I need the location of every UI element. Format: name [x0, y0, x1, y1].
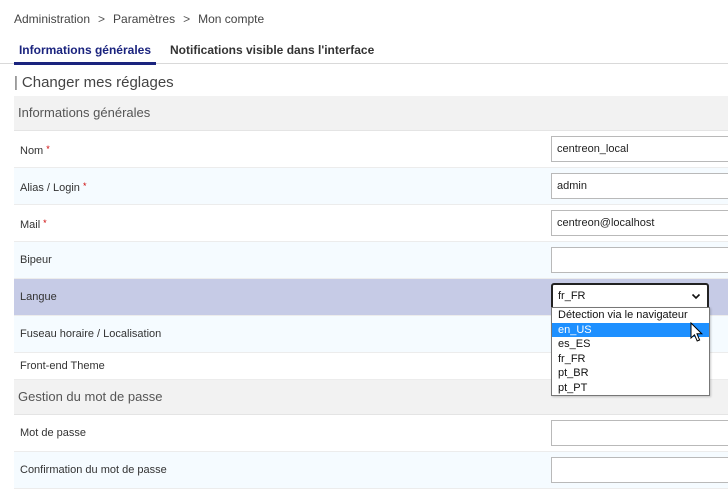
form-row-alias: Alias / Login * admin: [14, 168, 728, 205]
mouse-pointer-icon: [690, 321, 704, 349]
tab-notifications[interactable]: Notifications visible dans l'interface: [170, 38, 374, 62]
form-row-bipeur: Bipeur: [14, 242, 728, 279]
password-input[interactable]: [551, 420, 728, 446]
alias-input[interactable]: admin: [551, 173, 728, 199]
form-row-nom: Nom * centreon_local: [14, 131, 728, 168]
heading-bar: |: [14, 74, 18, 91]
langue-option[interactable]: es_ES: [552, 337, 709, 352]
field-label-password: Mot de passe: [20, 427, 87, 439]
breadcrumb-item-parametres[interactable]: Paramètres: [113, 12, 175, 26]
field-label-theme: Front-end Theme: [20, 360, 105, 372]
tab-bar: Informations générales Notifications vis…: [0, 38, 728, 65]
breadcrumb-item-administration[interactable]: Administration: [14, 12, 90, 26]
breadcrumb-item-mon-compte[interactable]: Mon compte: [198, 12, 264, 26]
bipeur-input[interactable]: [551, 247, 728, 273]
required-mark: *: [82, 181, 87, 191]
langue-option[interactable]: Détection via le navigateur: [552, 308, 709, 323]
field-label-password-confirm: Confirmation du mot de passe: [20, 464, 167, 476]
langue-option[interactable]: fr_FR: [552, 352, 709, 367]
page-title-text: Changer mes réglages: [21, 74, 174, 91]
langue-select-value: fr_FR: [558, 290, 586, 302]
required-mark: *: [43, 218, 47, 228]
settings-form: Informations générales Nom * centreon_loc…: [14, 96, 728, 489]
langue-option[interactable]: pt_BR: [552, 366, 709, 381]
form-row-password: Mot de passe: [14, 415, 728, 452]
tab-informations-generales[interactable]: Informations générales: [14, 38, 156, 65]
field-label-bipeur: Bipeur: [20, 254, 52, 266]
field-label-fuseau: Fuseau horaire / Localisation: [20, 328, 162, 340]
field-label-langue: Langue: [20, 291, 57, 303]
langue-dropdown-list: Détection via le navigateur en_US es_ES …: [551, 307, 710, 396]
langue-option[interactable]: pt_PT: [552, 381, 709, 396]
form-row-mail: Mail * centreon@localhost: [14, 205, 728, 242]
field-label-nom: Nom *: [20, 144, 50, 157]
field-label-mail: Mail *: [20, 218, 47, 231]
breadcrumb-separator: >: [183, 12, 191, 26]
required-mark: *: [46, 144, 50, 154]
breadcrumb-separator: >: [98, 12, 106, 26]
group-header-general: Informations générales: [14, 96, 728, 131]
langue-select[interactable]: fr_FR: [551, 283, 709, 310]
langue-option-highlighted[interactable]: en_US: [552, 322, 709, 337]
breadcrumb: Administration > Paramètres > Mon compte: [14, 12, 268, 26]
mail-input[interactable]: centreon@localhost: [551, 210, 728, 236]
nom-input[interactable]: centreon_local: [551, 136, 728, 162]
form-row-password-confirm: Confirmation du mot de passe: [14, 452, 728, 489]
field-label-alias: Alias / Login *: [20, 181, 87, 194]
password-confirm-input[interactable]: [551, 457, 728, 483]
page-title: | Changer mes réglages: [14, 74, 174, 91]
